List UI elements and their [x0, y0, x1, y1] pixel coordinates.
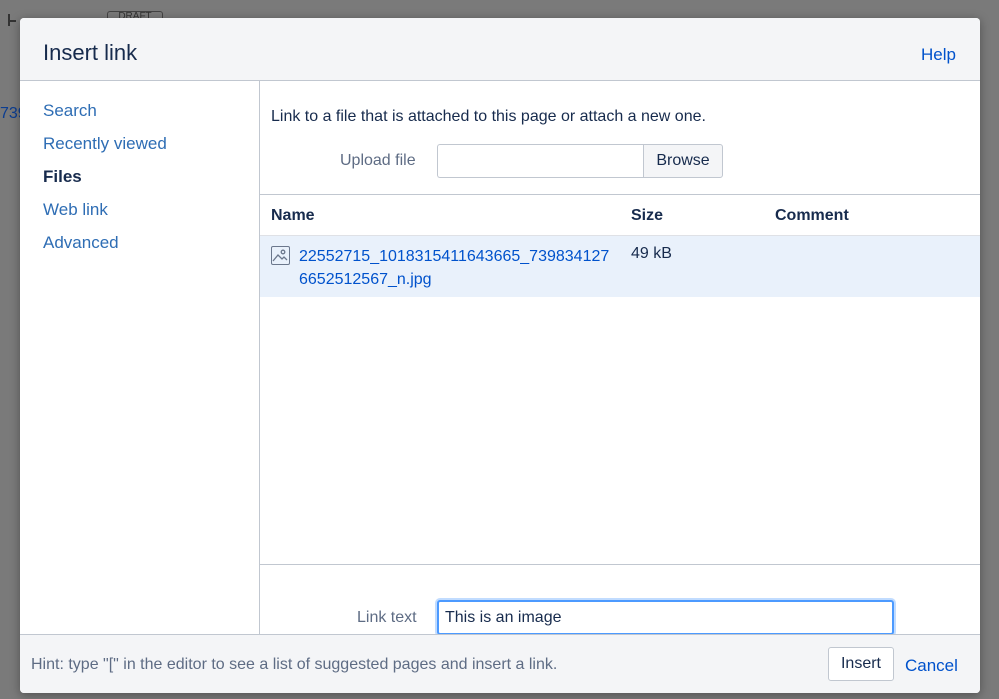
files-table: Name Size Comment 22552715_1018315411643… — [260, 194, 980, 565]
dialog-sidebar: Search Recently viewed Files Web link Ad… — [20, 81, 260, 634]
files-intro-text: Link to a file that is attached to this … — [271, 108, 706, 125]
file-name-link[interactable]: 22552715_1018315411643665_73983412766525… — [299, 245, 614, 291]
hint-text: Hint: type "[" in the editor to see a li… — [31, 656, 558, 673]
help-link[interactable]: Help — [921, 45, 956, 65]
link-text-label: Link text — [357, 609, 417, 626]
upload-file-label: Upload file — [340, 152, 416, 169]
files-panel: Link to a file that is attached to this … — [260, 81, 980, 635]
nav-item-web-link[interactable]: Web link — [43, 200, 108, 220]
column-header-size: Size — [631, 207, 664, 224]
column-header-comment: Comment — [775, 207, 849, 224]
cancel-link[interactable]: Cancel — [905, 656, 958, 676]
nav-item-search[interactable]: Search — [43, 101, 97, 121]
image-file-icon — [271, 246, 290, 265]
nav-item-recently-viewed[interactable]: Recently viewed — [43, 134, 167, 154]
insert-link-dialog: Insert link Help Search Recently viewed … — [20, 18, 980, 693]
link-text-input[interactable] — [437, 600, 894, 635]
dialog-title: Insert link — [43, 40, 138, 65]
dialog-footer: Hint: type "[" in the editor to see a li… — [20, 634, 980, 693]
background-toolbar — [6, 10, 18, 30]
table-row[interactable]: 22552715_1018315411643665_73983412766525… — [260, 235, 980, 297]
nav-item-files[interactable]: Files — [43, 167, 82, 187]
insert-button[interactable]: Insert — [828, 647, 894, 681]
browse-button[interactable]: Browse — [643, 144, 723, 178]
upload-file-input[interactable] — [437, 144, 643, 178]
column-header-name: Name — [271, 207, 315, 224]
file-size: 49 kB — [631, 245, 672, 262]
page-tree-icon — [6, 12, 18, 28]
dialog-header: Insert link Help — [20, 18, 980, 81]
nav-item-advanced[interactable]: Advanced — [43, 233, 119, 253]
